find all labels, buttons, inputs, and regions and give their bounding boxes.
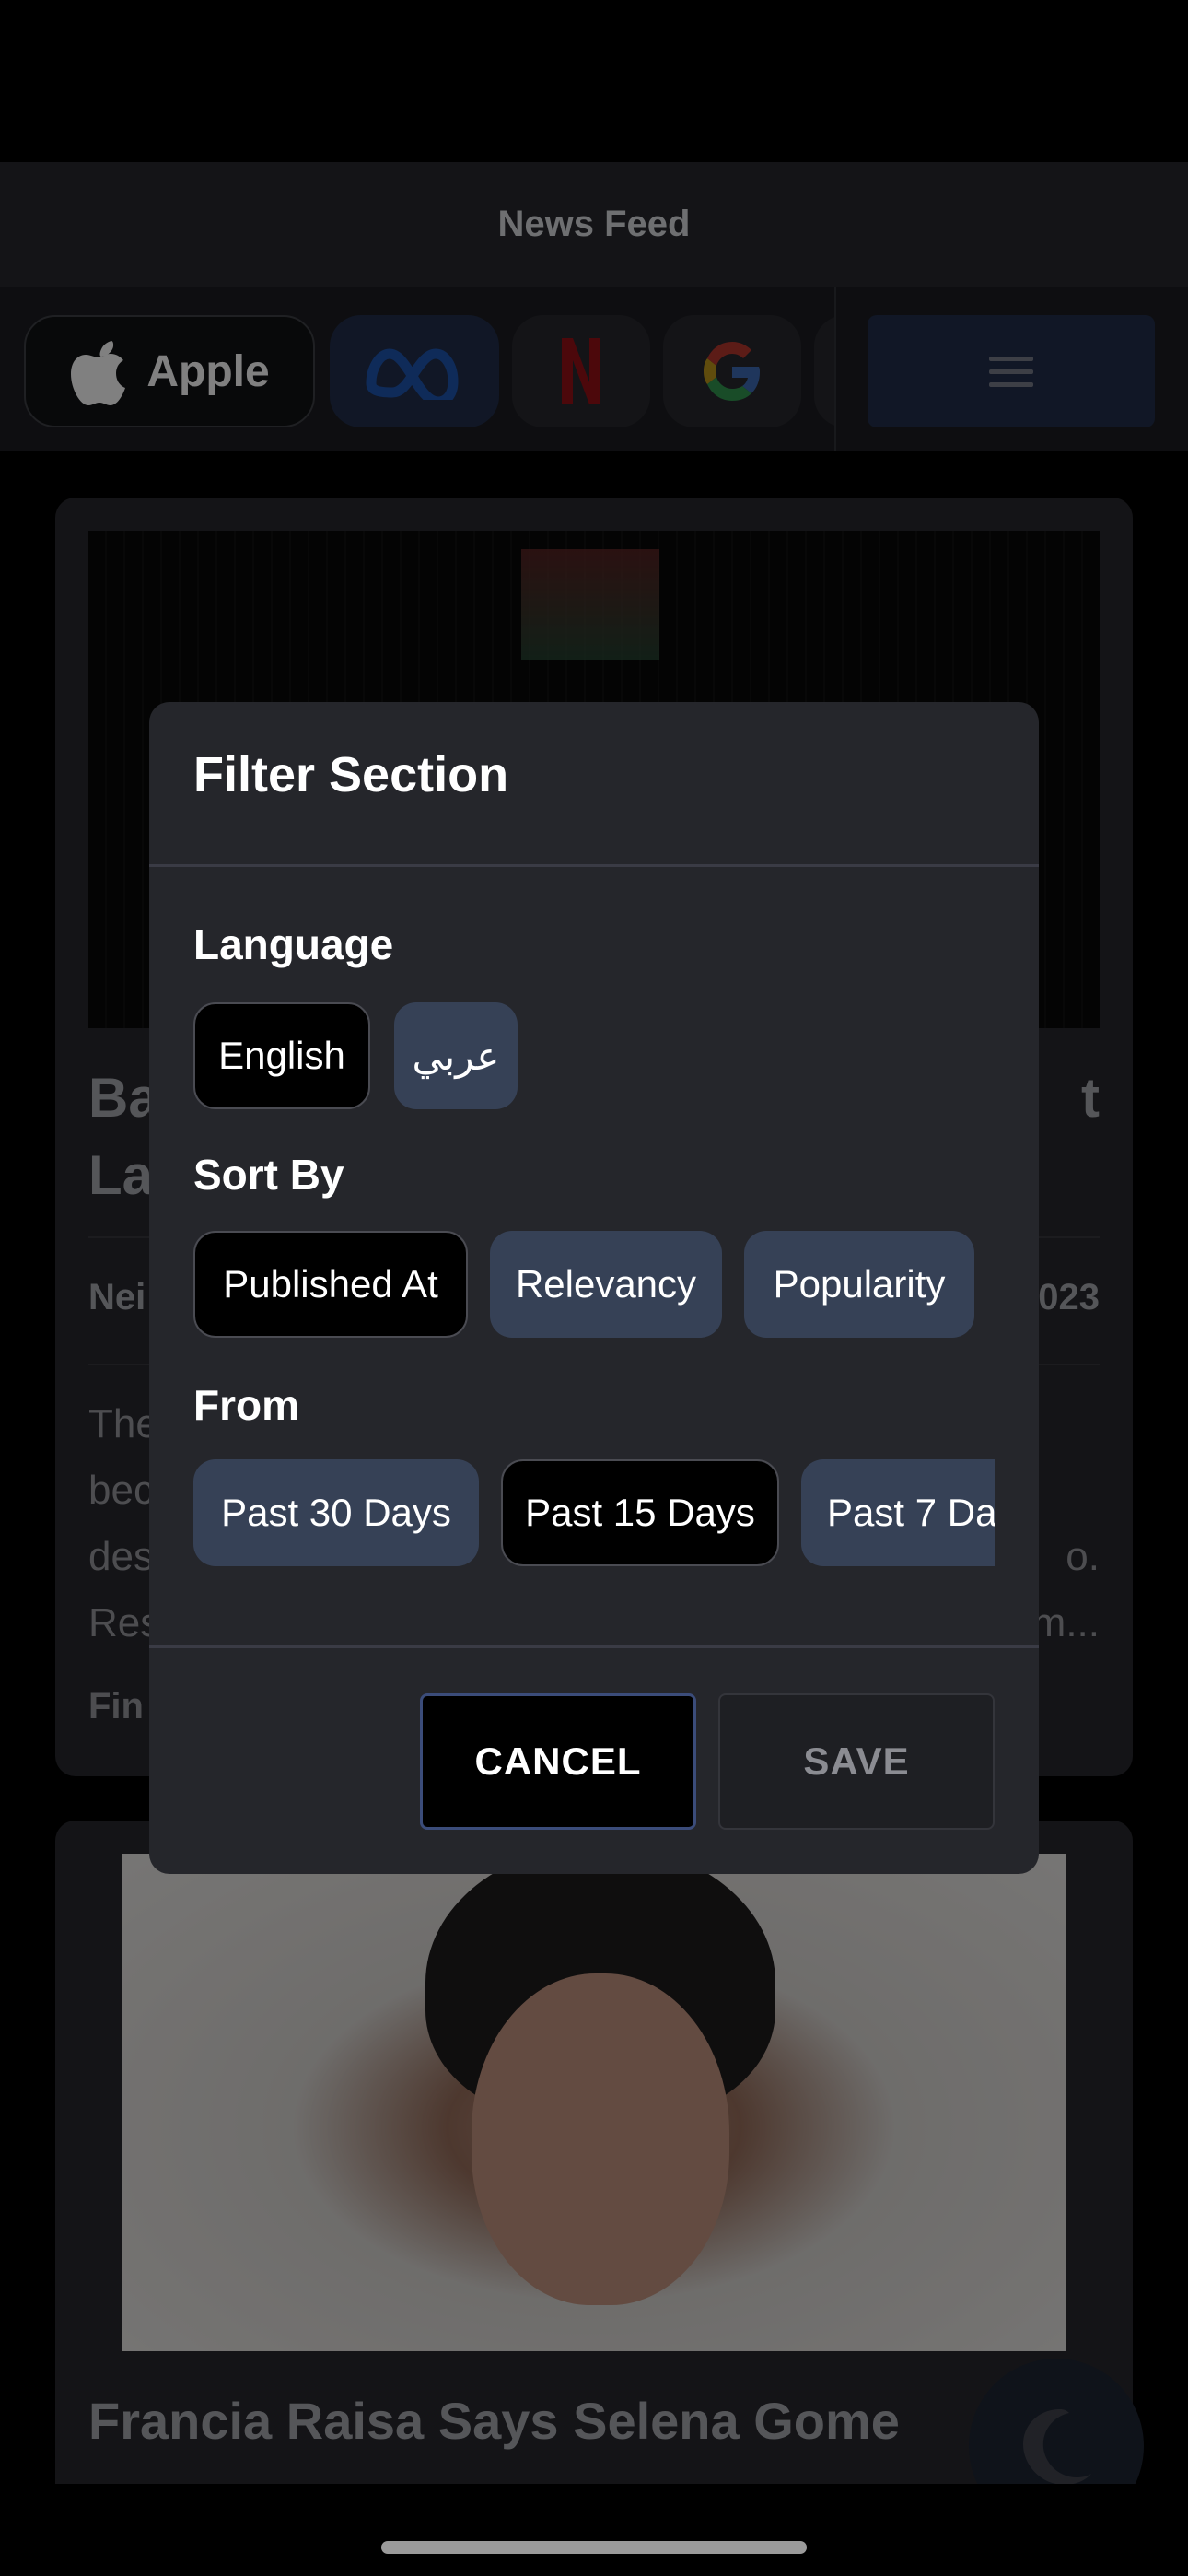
save-button[interactable]: SAVE (718, 1693, 995, 1830)
cancel-button[interactable]: CANCEL (420, 1693, 696, 1830)
modal-divider (149, 864, 1039, 867)
modal-divider (149, 1645, 1039, 1648)
from-chip-past-30-days[interactable]: Past 30 Days (193, 1459, 479, 1566)
modal-title: Filter Section (193, 747, 509, 802)
from-options-scroller[interactable]: Past 30 Days Past 15 Days Past 7 Da (193, 1459, 995, 1570)
from-label: From (193, 1381, 299, 1429)
sort-chip-relevancy[interactable]: Relevancy (490, 1231, 722, 1338)
filter-modal: Filter Section Language English عربي Sor… (149, 702, 1039, 1874)
sort-chip-popularity[interactable]: Popularity (744, 1231, 974, 1338)
sort-by-label: Sort By (193, 1151, 344, 1199)
language-chip-english[interactable]: English (193, 1002, 370, 1109)
language-chip-arabic[interactable]: عربي (394, 1002, 518, 1109)
language-label: Language (193, 920, 394, 968)
sort-chip-published-at[interactable]: Published At (193, 1231, 468, 1338)
from-chip-past-15-days[interactable]: Past 15 Days (501, 1459, 779, 1566)
home-indicator[interactable] (381, 2541, 807, 2554)
bottom-safe-area (0, 2484, 1188, 2576)
from-chip-past-7-days[interactable]: Past 7 Da (801, 1459, 995, 1566)
